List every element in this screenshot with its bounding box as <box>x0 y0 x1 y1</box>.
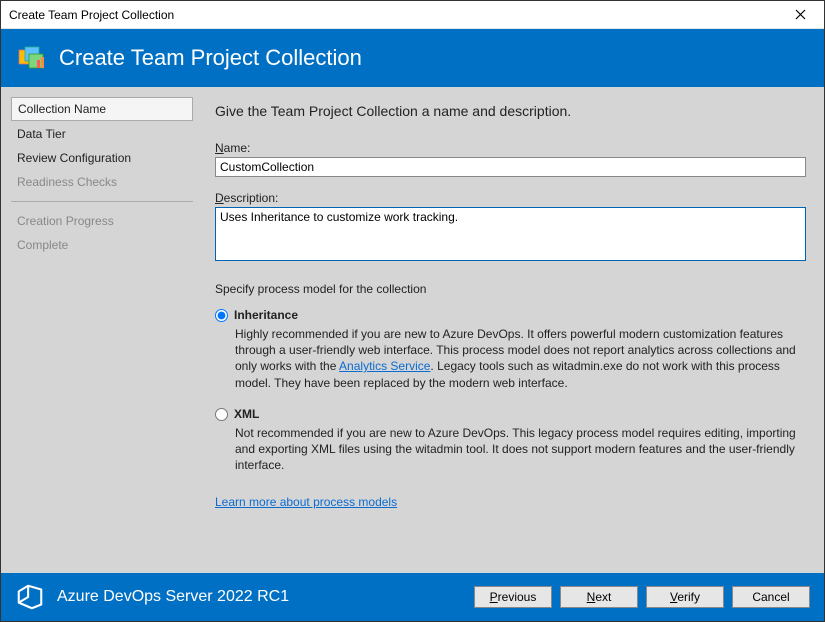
radio-inheritance[interactable] <box>215 309 228 322</box>
name-input[interactable] <box>215 157 806 177</box>
wizard-sidebar: Collection Name Data Tier Review Configu… <box>1 87 201 574</box>
sidebar-step-collection-name[interactable]: Collection Name <box>11 97 193 121</box>
verify-button[interactable]: Verify <box>646 586 724 608</box>
radio-inheritance-row[interactable]: Inheritance <box>215 308 806 322</box>
azure-devops-icon <box>15 582 45 612</box>
name-label: Name: <box>215 141 806 155</box>
wizard-main: Give the Team Project Collection a name … <box>201 87 824 574</box>
page-instruction: Give the Team Project Collection a name … <box>215 103 806 119</box>
header-logo-icon <box>17 44 45 72</box>
analytics-service-link[interactable]: Analytics Service <box>339 359 430 373</box>
radio-xml-desc: Not recommended if you are new to Azure … <box>235 425 806 474</box>
radio-xml-label: XML <box>234 407 259 421</box>
titlebar: Create Team Project Collection <box>1 1 824 29</box>
header-title: Create Team Project Collection <box>59 45 362 71</box>
wizard-header: Create Team Project Collection <box>1 29 824 87</box>
process-model-label: Specify process model for the collection <box>215 282 806 296</box>
window-title: Create Team Project Collection <box>9 8 174 22</box>
radio-xml[interactable] <box>215 408 228 421</box>
radio-inheritance-label: Inheritance <box>234 308 298 322</box>
sidebar-step-complete: Complete <box>11 234 193 256</box>
previous-button[interactable]: Previous <box>474 586 552 608</box>
radio-inheritance-desc: Highly recommended if you are new to Azu… <box>235 326 806 391</box>
next-button[interactable]: Next <box>560 586 638 608</box>
learn-more-link[interactable]: Learn more about process models <box>215 495 397 509</box>
wizard-footer: Azure DevOps Server 2022 RC1 Previous Ne… <box>1 573 824 621</box>
footer-buttons: Previous Next Verify Cancel <box>474 586 810 608</box>
sidebar-step-review-configuration[interactable]: Review Configuration <box>11 147 193 169</box>
sidebar-divider <box>11 201 193 202</box>
sidebar-step-readiness-checks: Readiness Checks <box>11 171 193 193</box>
close-button[interactable] <box>782 4 818 26</box>
sidebar-step-data-tier[interactable]: Data Tier <box>11 123 193 145</box>
radio-xml-row[interactable]: XML <box>215 407 806 421</box>
cancel-button[interactable]: Cancel <box>732 586 810 608</box>
sidebar-step-creation-progress: Creation Progress <box>11 210 193 232</box>
close-icon <box>795 9 806 20</box>
footer-brand: Azure DevOps Server 2022 RC1 <box>15 582 462 612</box>
wizard-body: Collection Name Data Tier Review Configu… <box>1 87 824 574</box>
description-input[interactable]: Uses Inheritance to customize work track… <box>215 207 806 261</box>
description-label: Description: <box>215 191 806 205</box>
